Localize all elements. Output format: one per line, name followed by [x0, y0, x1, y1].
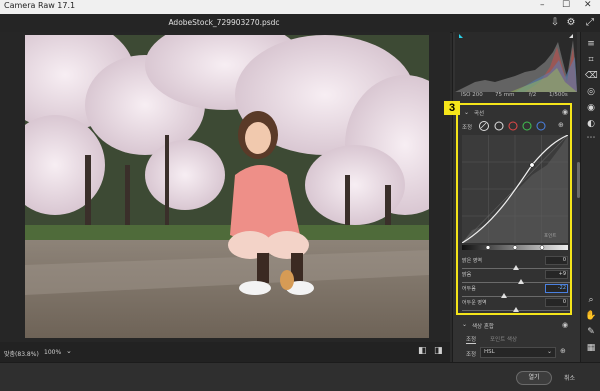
file-name: AdobeStock_729903270.psdc: [168, 18, 280, 27]
slider-value[interactable]: +9: [545, 270, 568, 279]
chevron-down-icon[interactable]: ⌄: [66, 347, 72, 355]
slider-label: 어두운 영역: [462, 300, 487, 306]
color-mixer-section[interactable]: ⌄ 색상 혼합 ◉ 조정 포인트 색상 조정 HSL ⌄ ⊕: [456, 318, 576, 362]
eyedropper-icon[interactable]: ✎: [585, 326, 597, 338]
exif-info: ISO 200 75 mm f/2 1/500s: [455, 92, 577, 100]
minimize-icon[interactable]: –: [540, 0, 545, 10]
more-icon[interactable]: ⋯: [585, 132, 597, 144]
tone-curve-graph[interactable]: 포인트: [462, 135, 568, 243]
zoom-fit-label[interactable]: 맞춤(83.8%): [4, 349, 39, 358]
slider-track[interactable]: [462, 296, 570, 297]
curve-range-bar[interactable]: [462, 244, 568, 252]
color-mixer-title: 색상 혼합: [472, 324, 494, 330]
expand-icon[interactable]: ⤢: [584, 17, 596, 29]
maximize-icon[interactable]: ☐: [562, 0, 570, 10]
close-icon[interactable]: ✕: [584, 0, 592, 10]
slider-shadows[interactable]: 어두운 영역 0: [462, 298, 570, 315]
slider-knob[interactable]: [513, 307, 519, 312]
curve-channel-buttons[interactable]: [478, 120, 558, 132]
redeye-icon[interactable]: ◉: [585, 102, 597, 114]
slider-value[interactable]: 0: [545, 256, 568, 265]
chevron-down-icon[interactable]: ⌄: [462, 321, 467, 328]
exif-focal: 75 mm: [495, 92, 515, 98]
chevron-down-icon: ⌄: [547, 348, 553, 355]
slider-knob[interactable]: [518, 279, 525, 284]
file-header: AdobeStock_729903270.psdc ⇩ ⚙ ⤢: [0, 14, 600, 33]
open-button[interactable]: 열기: [516, 371, 552, 385]
curve-section[interactable]: ⌄ 곡선 ◉ 조정 ⊕ 포인트 밝은 영역 0 밝음 +9 어두움 -22 어두…: [456, 103, 572, 315]
mix-label: 조정: [466, 352, 477, 358]
slider-track[interactable]: [462, 282, 570, 283]
mix-select-value: HSL: [484, 349, 495, 355]
slider-knob[interactable]: [501, 293, 508, 298]
eye-icon[interactable]: ◉: [562, 321, 568, 329]
tab-point-color[interactable]: 포인트 색상: [490, 335, 517, 343]
slider-knob[interactable]: [513, 265, 519, 270]
zoom-bar: 맞춤(83.8%) 100% ⌄ ◧ ◨: [0, 342, 450, 362]
slider-label: 밝음: [462, 272, 472, 278]
zoom-value[interactable]: 100%: [44, 349, 61, 356]
eye-icon[interactable]: ◉: [562, 108, 568, 116]
footer-bar: 열기 취소: [0, 362, 600, 391]
right-toolbar: ≡ ⌗ ⌫ ◎ ◉ ◐ ⋯ ⌕ ✋ ✎ ▦: [580, 32, 600, 362]
crop-icon[interactable]: ⌗: [585, 54, 597, 66]
chevron-down-icon[interactable]: ⌄: [464, 109, 469, 116]
exif-aperture: f/2: [529, 92, 537, 98]
target-adjust-icon[interactable]: ⊕: [560, 347, 566, 355]
photo-preview[interactable]: [25, 35, 429, 338]
tab-adjust[interactable]: 조정: [466, 335, 477, 344]
target-adjust-icon[interactable]: ⊕: [558, 121, 564, 129]
hand-icon[interactable]: ✋: [585, 310, 597, 322]
before-after-icon[interactable]: ◨: [434, 346, 443, 356]
slider-value[interactable]: -22: [545, 284, 568, 293]
curve-adjust-label: 조정: [462, 125, 473, 131]
app-title: Camera Raw 17.1: [4, 1, 76, 10]
exif-shutter: 1/500s: [549, 92, 568, 98]
cancel-button[interactable]: 취소: [564, 373, 575, 382]
slider-label: 어두움: [462, 286, 476, 292]
mix-select[interactable]: HSL ⌄: [480, 347, 556, 358]
edit-sliders-icon[interactable]: ≡: [585, 38, 597, 50]
curve-point-label: 포인트: [544, 232, 556, 239]
window-title-bar: Camera Raw 17.1 – ☐ ✕: [0, 0, 600, 14]
gear-icon[interactable]: ⚙: [565, 17, 577, 29]
save-icon[interactable]: ⇩: [549, 17, 561, 29]
presets-icon[interactable]: ◐: [585, 118, 597, 130]
slider-value[interactable]: 0: [545, 298, 568, 307]
zoom-icon[interactable]: ⌕: [585, 294, 597, 306]
curve-title: 곡선: [474, 111, 485, 117]
compare-view-icon[interactable]: ◧: [418, 346, 427, 356]
histogram: [455, 32, 577, 92]
grid-icon[interactable]: ▦: [585, 342, 597, 354]
mask-icon[interactable]: ◎: [585, 86, 597, 98]
exif-iso: ISO 200: [461, 92, 483, 98]
eraser-icon[interactable]: ⌫: [585, 70, 598, 82]
slider-label: 밝은 영역: [462, 258, 482, 264]
